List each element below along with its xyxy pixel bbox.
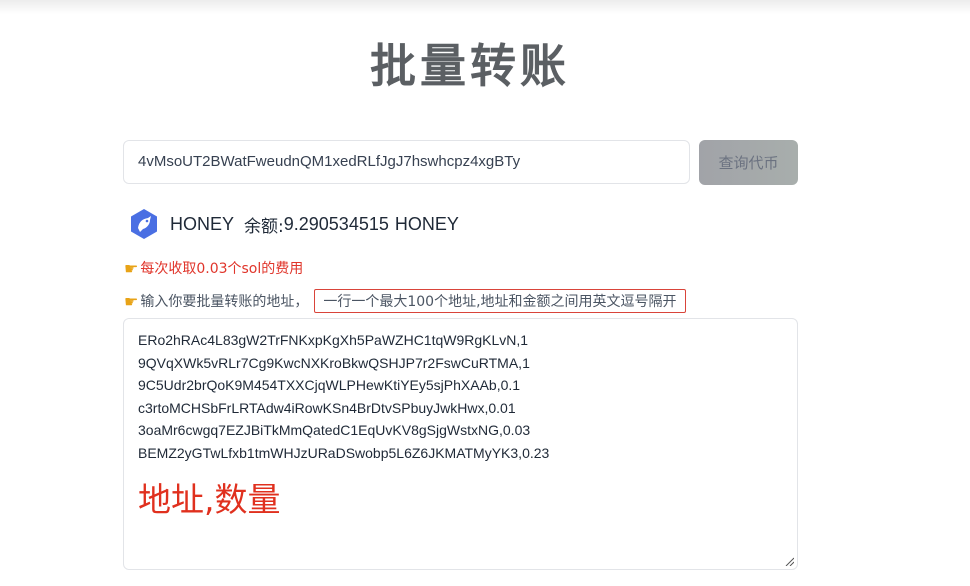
- pointing-hand-icon: ☛: [124, 258, 139, 278]
- query-token-button[interactable]: 查询代币: [699, 140, 798, 185]
- input-label-text: 输入你要批量转账的地址: [140, 294, 295, 310]
- fee-note: ☛ 每次收取0.03个sol的费用: [124, 258, 303, 278]
- textarea-overlay-text: 地址,数量: [138, 479, 281, 519]
- address-entry: 9C5Udr2brQoK9M454TXXCjqWLPHewKtiYEy5sjPh…: [138, 377, 521, 394]
- fee-note-text: 每次收取0.03个sol的费用: [140, 261, 304, 277]
- balance-value: 9.290534515: [283, 213, 389, 234]
- address-entry: 3oaMr6cwgq7EZJBiTkMmQatedC1EqUvKV8gSjgWs…: [138, 422, 531, 439]
- pointing-hand-icon: ☛: [124, 291, 139, 311]
- balance-label: 余额:: [244, 216, 284, 237]
- token-row: HONEY 余额: 9.290534515 HONEY: [128, 207, 459, 241]
- format-hint: 一行一个最大100个地址,地址和金额之间用英文逗号隔开: [314, 289, 686, 313]
- address-entry: BEMZ2yGTwLfxb1tmWHJzURaDSwobp5L6Z6JKMATM…: [138, 444, 550, 461]
- address-amount-textarea[interactable]: ERo2hRAc4L83gW2TrFNKxpKgXh5PaWZHC1tqW9Rg…: [123, 318, 798, 570]
- token-name: HONEY: [170, 213, 235, 234]
- resize-handle-icon[interactable]: [784, 556, 794, 566]
- wallet-address-input[interactable]: [123, 140, 690, 184]
- label-separator: ，: [294, 294, 309, 310]
- address-input-label: ☛ 输入你要批量转账的地址 ， 一行一个最大100个地址,地址和金额之间用英文逗…: [124, 289, 686, 313]
- address-entry: 9QVqXWk5vRLr7Cg9KwcNXKroBkwQSHJP7r2FswCu…: [138, 354, 530, 371]
- top-shadow: [0, 0, 970, 14]
- page-title: 批量转账: [370, 39, 570, 93]
- address-entry: ERo2hRAc4L83gW2TrFNKxpKgXh5PaWZHC1tqW9Rg…: [138, 332, 529, 348]
- honey-token-icon: [131, 209, 157, 239]
- search-row: 查询代币: [123, 140, 799, 186]
- balance-unit: HONEY: [394, 213, 459, 234]
- address-entry: c3rtoMCHSbFrLRTAdw4iRowKSn4BrDtvSPbuyJwk…: [138, 399, 516, 416]
